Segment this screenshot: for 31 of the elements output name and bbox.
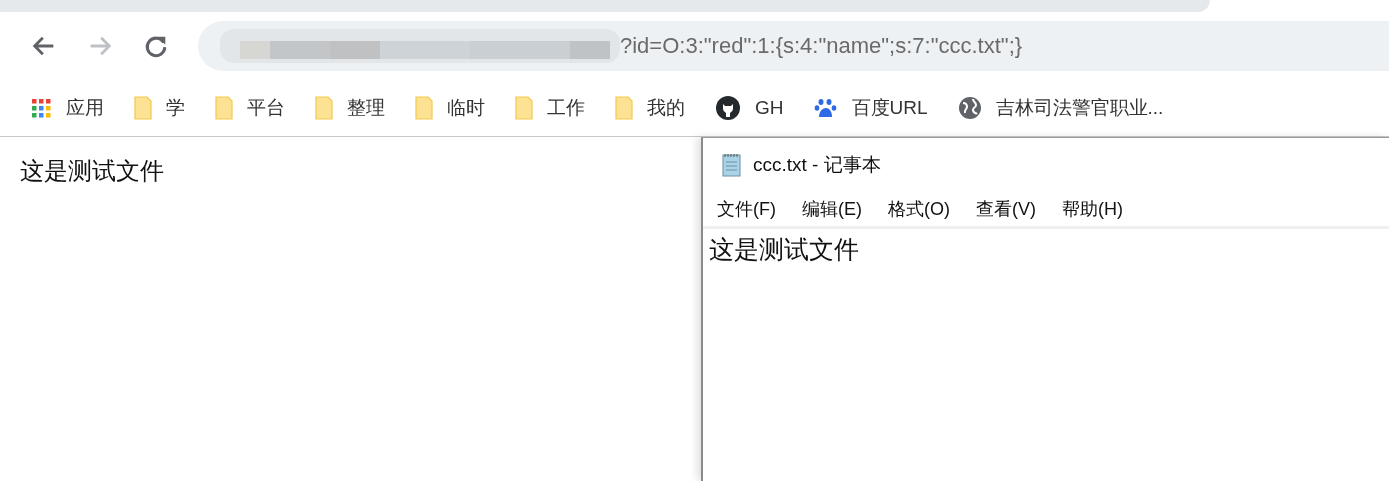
folder-icon xyxy=(215,96,233,120)
url-text: ?id=O:3:"red":1:{s:4:"name";s:7:"ccc.txt";} xyxy=(620,33,1023,59)
bookmark[interactable]: 平台 xyxy=(215,95,285,121)
github-icon xyxy=(715,95,741,121)
bookmark[interactable]: 百度URL xyxy=(813,95,928,121)
menu-item[interactable]: 编辑(E) xyxy=(802,197,862,221)
bookmark[interactable]: GH xyxy=(715,95,784,121)
folder-icon xyxy=(615,96,633,120)
address-bar[interactable]: ?id=O:3:"red":1:{s:4:"name";s:7:"ccc.txt";} xyxy=(198,21,1389,71)
bookmark[interactable]: 吉林司法警官职业... xyxy=(957,95,1164,121)
paw-icon xyxy=(813,96,838,120)
bookmark[interactable]: 学 xyxy=(134,95,185,121)
page-text: 这是测试文件 xyxy=(20,156,164,186)
bookmark[interactable]: 整理 xyxy=(315,95,385,121)
apps-grid-icon xyxy=(30,97,52,119)
folder-icon xyxy=(515,96,533,120)
menu-item[interactable]: 文件(F) xyxy=(717,197,776,221)
folder-icon xyxy=(134,96,152,120)
window-title: ccc.txt - 记事本 xyxy=(753,153,881,177)
folder-icon xyxy=(415,96,433,120)
menu-item[interactable]: 帮助(H) xyxy=(1062,197,1123,221)
bookmark[interactable]: 我的 xyxy=(615,95,685,121)
globe-icon xyxy=(957,96,982,120)
bookmark[interactable]: 临时 xyxy=(415,95,485,121)
notepad-icon xyxy=(721,152,743,178)
bookmark[interactable]: 工作 xyxy=(515,95,585,121)
menu-item[interactable]: 格式(O) xyxy=(888,197,950,221)
bookmark[interactable]: 应用 xyxy=(30,95,104,121)
text-area[interactable]: 这是测试文件 xyxy=(703,229,1389,270)
folder-icon xyxy=(315,96,333,120)
menu-item[interactable]: 查看(V) xyxy=(976,197,1036,221)
